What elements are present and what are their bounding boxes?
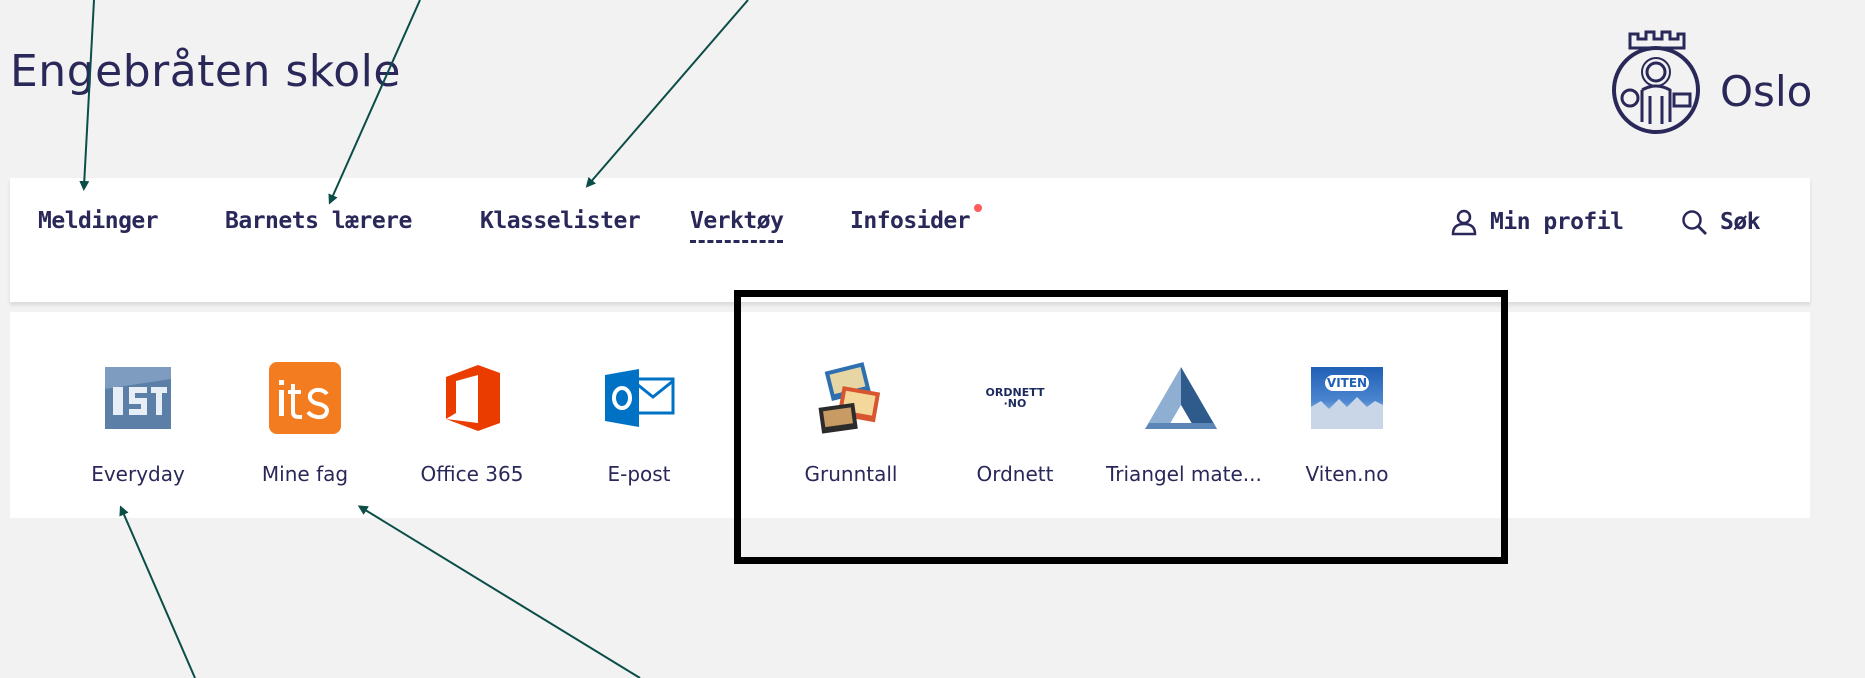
annotation-arrow [357, 505, 641, 678]
tool-label: E-post [607, 462, 671, 486]
viten-icon-text: VITEN [1326, 376, 1368, 390]
tool-e-post[interactable]: E-post [564, 358, 714, 486]
search-icon [1682, 210, 1707, 235]
user-icon [1451, 209, 1477, 236]
nav-item-infosider[interactable]: Infosider [850, 204, 983, 234]
tool-viten[interactable]: VITEN Viten.no [1272, 358, 1422, 486]
grunntall-books-icon [811, 358, 891, 438]
tool-label: Ordnett [976, 462, 1054, 486]
tools-panel: Everyday Mine fag Office 365 E-post Grun… [10, 312, 1810, 518]
tool-office-365[interactable]: Office 365 [397, 358, 547, 486]
ordnett-icon: ORDNETT ·NO [975, 358, 1055, 438]
oslo-logo-text: Oslo [1720, 66, 1813, 116]
oslo-logo: Oslo [1600, 24, 1812, 136]
tool-label: Office 365 [420, 462, 524, 486]
tool-everyday[interactable]: Everyday [63, 358, 213, 486]
tool-grunntall[interactable]: Grunntall [776, 358, 926, 486]
oslo-seal-icon [1612, 30, 1700, 134]
search-button[interactable]: Søk [1680, 208, 1761, 236]
nav-item-meldinger[interactable]: Meldinger [38, 208, 159, 234]
tool-label: Grunntall [804, 462, 898, 486]
main-navigation: Meldinger Barnets lærere Klasselister Ve… [10, 178, 1810, 302]
tool-ordnett[interactable]: ORDNETT ·NO Ordnett [940, 358, 1090, 486]
search-label: Søk [1720, 209, 1761, 235]
triangle-icon [1141, 358, 1221, 438]
office-icon [432, 358, 512, 438]
nav-item-infosider-label: Infosider [850, 208, 971, 234]
notification-dot [974, 204, 983, 212]
tool-label: Mine fag [261, 462, 349, 486]
its-icon [265, 358, 345, 438]
ordnett-icon-subtext: ·NO [1003, 397, 1027, 410]
page-title: Engebråten skole [10, 46, 401, 97]
nav-item-klasselister[interactable]: Klasselister [480, 208, 641, 234]
tool-label: Everyday [91, 462, 185, 486]
profile-button[interactable]: Min profil [1450, 208, 1624, 236]
page: Engebråten skole Oslo Meldinger Barnets … [0, 0, 1865, 678]
nav-item-verktoy[interactable]: Verktøy [690, 208, 784, 243]
nav-item-barnets-laerere[interactable]: Barnets lærere [225, 208, 412, 234]
outlook-icon [599, 358, 679, 438]
tool-label: Viten.no [1305, 462, 1389, 486]
annotation-arrow [328, 0, 421, 205]
ist-icon [98, 358, 178, 438]
tool-mine-fag[interactable]: Mine fag [230, 358, 380, 486]
annotation-arrow [119, 505, 196, 678]
viten-icon: VITEN [1307, 358, 1387, 438]
annotation-arrow [585, 0, 749, 188]
tool-label: Triangel mate... [1106, 462, 1262, 486]
tool-triangel[interactable]: Triangel mate... [1106, 358, 1262, 486]
profile-label: Min profil [1490, 209, 1624, 235]
